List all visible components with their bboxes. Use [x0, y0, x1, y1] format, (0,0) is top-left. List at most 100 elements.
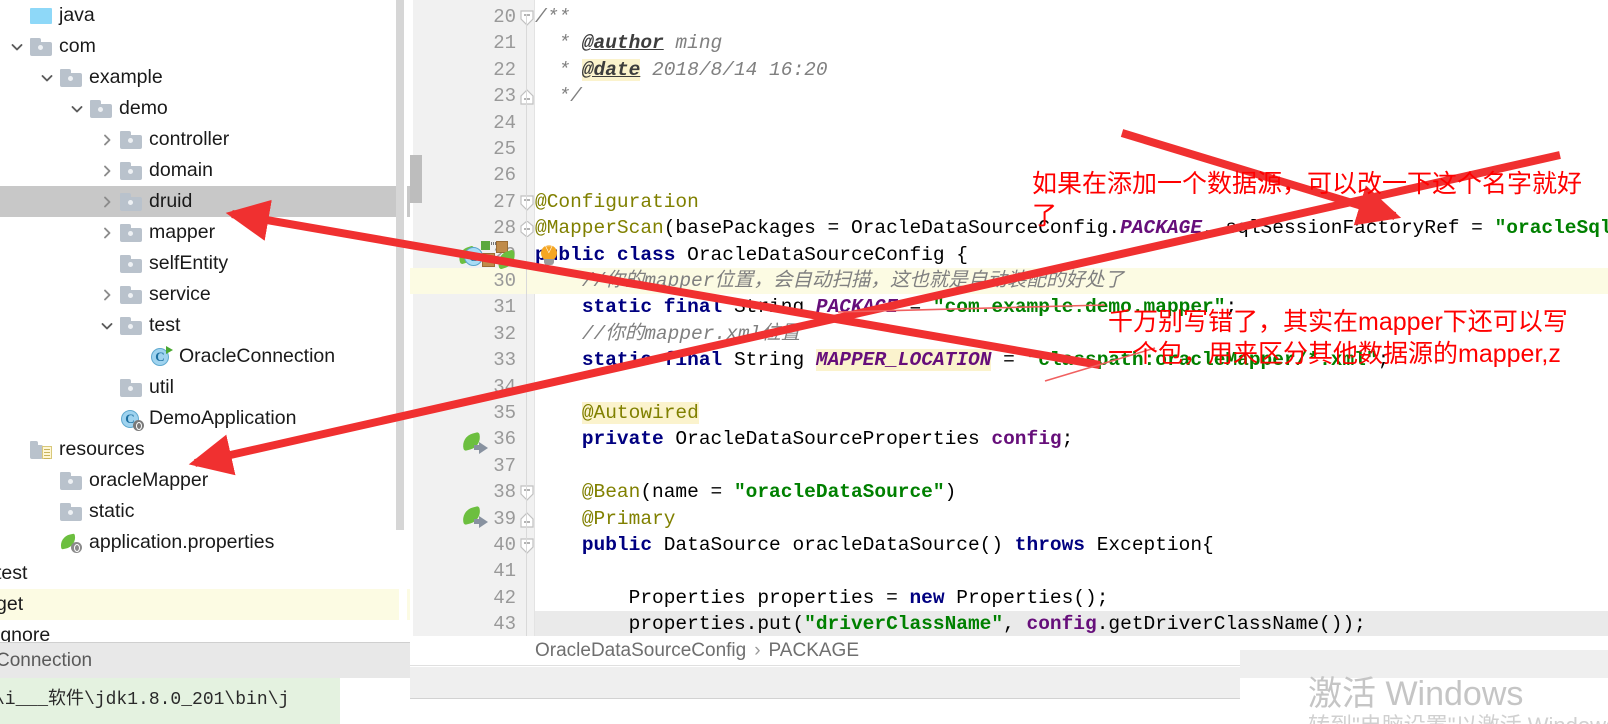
- spring-bean-marker-icon-38[interactable]: [460, 505, 488, 528]
- line-number: 24: [493, 111, 516, 134]
- fold-marker-38[interactable]: [518, 485, 536, 502]
- tree-item-label: resources: [59, 437, 145, 460]
- tree-item-label: java: [59, 3, 95, 26]
- code-line-23[interactable]: */: [535, 83, 581, 109]
- code-editor[interactable]: 2021222324252627282930313233343536373839…: [410, 0, 1608, 724]
- intention-bulb-icon[interactable]: [539, 244, 559, 267]
- tree-item-label: example: [89, 65, 163, 88]
- project-panel-scrollbar-track[interactable]: [396, 0, 407, 620]
- line-number: 23: [493, 85, 516, 108]
- fold-marker-27[interactable]: [518, 195, 536, 211]
- code-line-21[interactable]: * @author ming: [535, 30, 722, 56]
- breadcrumb-member[interactable]: PACKAGE: [769, 640, 859, 662]
- console-strip-filler: [340, 678, 410, 724]
- tree-item-controller[interactable]: controller: [0, 124, 410, 155]
- code-line-28[interactable]: @MapperScan(basePackages = OracleDataSou…: [535, 215, 1608, 241]
- folder-icon: [60, 68, 82, 87]
- code-line-35[interactable]: @Autowired: [535, 400, 699, 426]
- tree-item-label: domain: [149, 158, 213, 181]
- java-class-icon: C: [150, 345, 173, 368]
- folder-icon: [90, 99, 112, 118]
- tree-item-demo[interactable]: demo: [0, 93, 410, 124]
- line-number: 32: [493, 322, 516, 345]
- chevron-right-icon[interactable]: [100, 133, 114, 147]
- tree-item-example[interactable]: example: [0, 62, 410, 93]
- code-line-20[interactable]: /**: [535, 4, 570, 30]
- chevron-right-icon[interactable]: [100, 164, 114, 178]
- code-line-22[interactable]: * @date 2018/8/14 16:20: [535, 57, 828, 83]
- folder-icon: [120, 378, 142, 397]
- tree-item-selfentity[interactable]: selfEntity: [0, 248, 410, 279]
- spring-bean-class-marker-icon[interactable]: C: [456, 240, 518, 270]
- spring-bean-marker-icon-36[interactable]: [460, 431, 488, 454]
- console-output-text: \i___软件\jdk1.8.0_201\bin\j: [0, 690, 290, 710]
- line-number: 21: [493, 32, 516, 55]
- code-line-38[interactable]: @Bean(name = "oracleDataSource"): [535, 479, 956, 505]
- tree-item-druid[interactable]: druid: [0, 186, 410, 217]
- folder-icon: [60, 471, 82, 490]
- tree-item-label: mapper: [149, 220, 216, 243]
- tree-item-resources[interactable]: resources: [0, 434, 410, 465]
- tree-item-com[interactable]: com: [0, 31, 410, 62]
- tree-item-java[interactable]: java: [0, 0, 410, 31]
- chevron-down-icon[interactable]: [100, 319, 114, 333]
- tree-item-label: demo: [119, 96, 168, 119]
- code-line-31[interactable]: static final String PACKAGE = "com.examp…: [535, 294, 1237, 320]
- fold-marker-28[interactable]: [518, 221, 536, 238]
- tree-item-oracleconnection[interactable]: C OracleConnection: [0, 341, 410, 372]
- project-panel-status-bar: Connection: [0, 642, 410, 678]
- fold-marker-23[interactable]: [518, 89, 536, 105]
- chevron-down-icon[interactable]: [40, 71, 54, 85]
- chevron-right-icon[interactable]: [100, 195, 114, 209]
- tree-item-oraclemapper[interactable]: oracleMapper: [0, 465, 410, 496]
- tree-item-label: selfEntity: [149, 251, 229, 274]
- resources-folder-icon: [30, 440, 52, 459]
- java-source-folder-icon: [30, 7, 52, 24]
- tree-item-demoapplication[interactable]: C DemoApplication: [0, 403, 410, 434]
- folder-icon: [30, 37, 52, 56]
- tree-item-application-properties[interactable]: application.properties: [0, 527, 410, 558]
- code-line-43[interactable]: properties.put("driverClassName", config…: [535, 611, 1366, 637]
- tree-item-label: service: [149, 282, 211, 305]
- folder-icon: [120, 161, 142, 180]
- code-line-39[interactable]: @Primary: [535, 506, 676, 532]
- breadcrumb[interactable]: OracleDataSourceConfig › PACKAGE: [410, 636, 1608, 666]
- breadcrumb-class[interactable]: OracleDataSourceConfig: [535, 640, 746, 662]
- code-line-29[interactable]: public class OracleDataSourceConfig {: [535, 242, 968, 268]
- code-line-40[interactable]: public DataSource oracleDataSource() thr…: [535, 532, 1214, 558]
- line-number: 42: [493, 586, 516, 609]
- folder-icon: [120, 192, 142, 211]
- project-panel-scrollbar-thumb[interactable]: [396, 0, 404, 530]
- chevron-down-icon[interactable]: [10, 40, 24, 54]
- tree-item-label: DemoApplication: [149, 406, 297, 429]
- tree-item-domain[interactable]: domain: [0, 155, 410, 186]
- code-line-36[interactable]: private OracleDataSourceProperties confi…: [535, 426, 1074, 452]
- fold-marker-39[interactable]: [518, 511, 536, 528]
- code-line-32[interactable]: //你的mapper.xml位置: [535, 321, 800, 347]
- code-line-42[interactable]: Properties properties = new Properties()…: [535, 585, 1109, 611]
- chevron-down-icon[interactable]: [70, 102, 84, 116]
- tree-item-label: controller: [149, 127, 230, 150]
- tree-item-util[interactable]: util: [0, 372, 410, 403]
- tree-item-clipped-test[interactable]: test: [0, 558, 410, 589]
- tree-item-test[interactable]: test: [0, 310, 410, 341]
- chevron-right-icon[interactable]: [100, 226, 114, 240]
- fold-marker-20[interactable]: [518, 10, 536, 26]
- code-line-30[interactable]: //你的mapper位置，会自动扫描，这也就是自动装配的好处了: [535, 268, 1124, 294]
- code-line-27[interactable]: @Configuration: [535, 189, 699, 215]
- tree-item-label: oracleMapper: [89, 468, 209, 491]
- folder-icon: [120, 223, 142, 242]
- fold-marker-40[interactable]: [518, 538, 536, 554]
- tree-item-service[interactable]: service: [0, 279, 410, 310]
- tree-item-label: application.properties: [89, 530, 275, 553]
- line-number: 34: [493, 375, 516, 398]
- tree-item-static[interactable]: static: [0, 496, 410, 527]
- code-line-33[interactable]: static final String MAPPER_LOCATION = "c…: [535, 347, 1389, 373]
- tree-item-clipped-get[interactable]: get: [0, 589, 410, 620]
- chevron-right-icon[interactable]: [100, 288, 114, 302]
- line-number: 30: [493, 270, 516, 292]
- spring-properties-icon: [58, 532, 82, 553]
- fold-rail: [526, 14, 527, 638]
- line-number: 20: [493, 6, 516, 28]
- tree-item-mapper[interactable]: mapper: [0, 217, 410, 248]
